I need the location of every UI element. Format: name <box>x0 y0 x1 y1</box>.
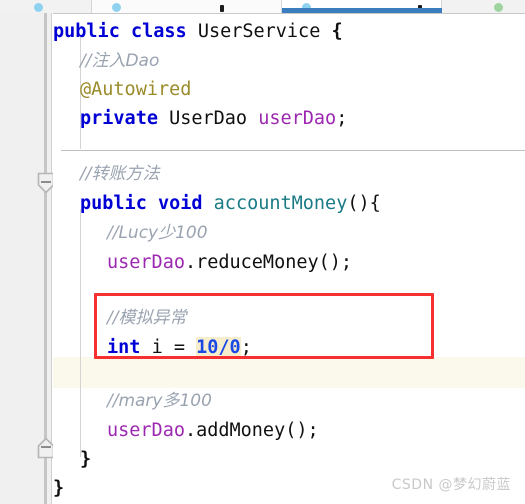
code-line-2[interactable]: //注入Dao <box>53 46 525 76</box>
editor-tab-2[interactable] <box>92 0 282 13</box>
code-line-8[interactable]: //Lucy少100 <box>53 218 525 248</box>
code-editor-surface[interactable]: public class UserService { //注入Dao @Auto… <box>53 13 525 504</box>
code-line-12[interactable]: int i = 10/0; <box>53 333 525 363</box>
code-line-9[interactable]: userDao.reduceMoney(); <box>53 248 525 278</box>
code-line-6[interactable]: //转账方法 <box>53 159 525 189</box>
code-line-4[interactable]: private UserDao userDao; <box>53 104 525 134</box>
close-icon[interactable] <box>220 5 224 12</box>
gutter-rail <box>44 13 47 504</box>
fold-minus-icon <box>41 446 51 448</box>
code-line-15[interactable]: userDao.addMoney(); <box>53 416 525 446</box>
editor-tab-4[interactable] <box>442 0 525 13</box>
ide-window: public class UserService { //注入Dao @Auto… <box>0 0 525 504</box>
code-line-1[interactable]: public class UserService { <box>53 17 525 47</box>
editor-tab-1[interactable] <box>0 0 92 13</box>
code-line-16[interactable]: } <box>53 445 525 475</box>
code-line-7[interactable]: public void accountMoney(){ <box>53 189 525 219</box>
interface-icon <box>494 3 503 12</box>
code-line-11[interactable]: //模拟异常 <box>53 303 525 333</box>
fold-minus-icon <box>41 181 51 183</box>
code-content[interactable]: public class UserService { //注入Dao @Auto… <box>53 13 525 504</box>
file-icon <box>34 3 43 12</box>
code-line-14[interactable]: //mary多100 <box>53 386 525 416</box>
csdn-watermark: CSDN @梦幻蔚蓝 <box>391 477 511 493</box>
class-icon <box>112 3 121 12</box>
editor-tab-strip[interactable] <box>0 0 525 13</box>
code-line-3[interactable]: @Autowired <box>53 75 525 105</box>
